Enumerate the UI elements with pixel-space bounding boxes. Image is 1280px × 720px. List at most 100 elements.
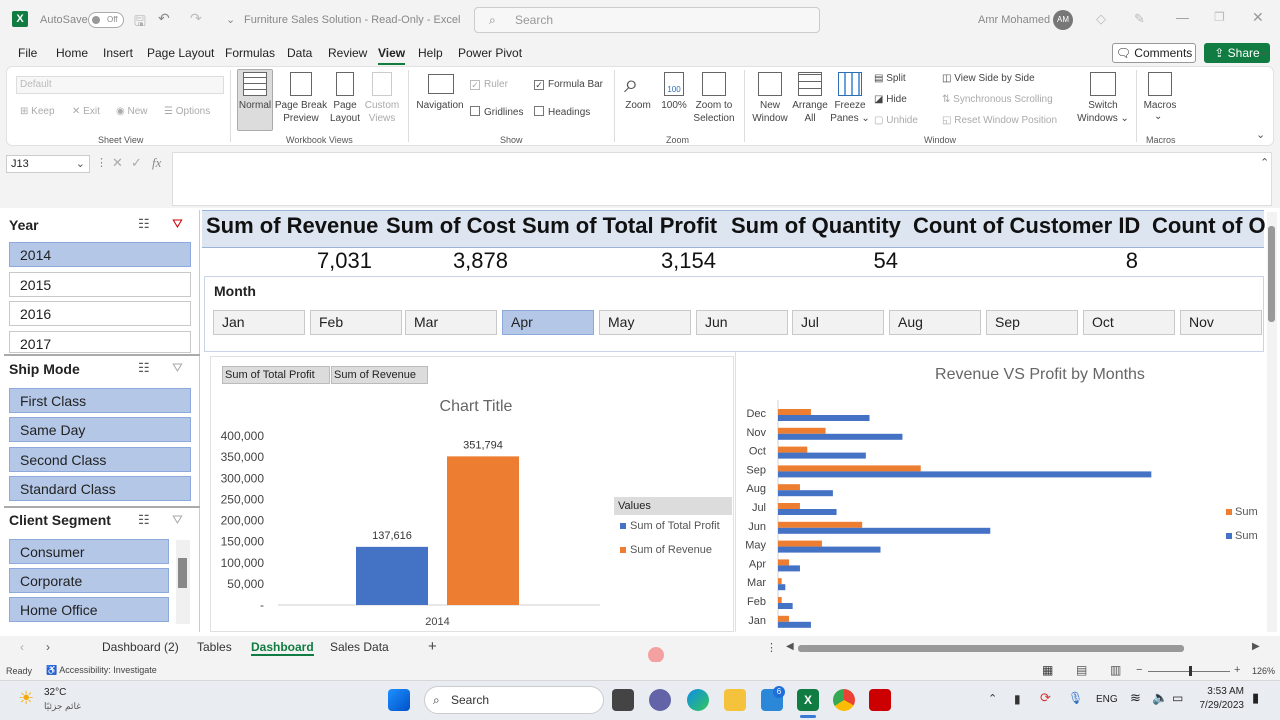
horizontal-bar[interactable] xyxy=(778,452,866,459)
split-button[interactable]: ▤ Split xyxy=(874,73,906,85)
custom-views-label-2[interactable]: Views xyxy=(364,113,400,125)
next-sheet-icon[interactable]: › xyxy=(46,640,50,654)
new-view-button[interactable]: ◉ New xyxy=(116,106,148,118)
horizontal-bar[interactable] xyxy=(778,615,789,622)
scroll-left-icon[interactable]: ◀ xyxy=(786,641,794,652)
clear-filter-icon[interactable]: ⛛ xyxy=(172,216,183,232)
ribbon-options-icon[interactable]: ⌄ xyxy=(1258,44,1268,58)
slicer-item-corporate[interactable]: Corporate xyxy=(9,568,169,593)
windows-start-icon[interactable] xyxy=(388,689,410,711)
avatar[interactable]: AM xyxy=(1053,10,1073,30)
scroll-right-icon[interactable]: ▶ xyxy=(1252,641,1260,652)
tray-chevron-icon[interactable]: ⌃ xyxy=(988,692,997,705)
minimize-icon[interactable]: — xyxy=(1176,10,1189,25)
horizontal-bar[interactable] xyxy=(778,565,800,572)
slicer-item-first-class[interactable]: First Class xyxy=(9,388,191,413)
headings-checkbox[interactable]: Headings xyxy=(534,106,590,119)
zoom-in-icon[interactable]: + xyxy=(1234,664,1240,676)
taskbar-search[interactable]: ⌕ Search xyxy=(424,686,604,714)
slicer-item-2014[interactable]: 2014 xyxy=(9,242,191,267)
more-tabs-icon[interactable]: ⋮ xyxy=(766,641,777,654)
qat-more-icon[interactable]: ⌄ xyxy=(226,13,235,26)
page-layout-view-icon[interactable]: ▤ xyxy=(1076,663,1087,677)
tab-view[interactable]: View xyxy=(378,46,406,65)
search-box[interactable]: ⌕ Search xyxy=(474,7,820,33)
zoom-button[interactable]: Zoom xyxy=(622,100,654,112)
horizontal-bar[interactable] xyxy=(778,471,1152,478)
column-bar[interactable] xyxy=(356,546,428,605)
view-side-by-side-button[interactable]: ◫ View Side by Side xyxy=(942,73,1035,85)
restore-icon[interactable]: ❐ xyxy=(1214,10,1225,24)
tab-formulas[interactable]: Formulas xyxy=(225,46,275,60)
accessibility-status[interactable]: ♿ Accessibility: Investigate xyxy=(46,665,157,676)
horizontal-bar[interactable] xyxy=(778,559,789,566)
slicer-item-2017[interactable]: 2017 xyxy=(9,331,191,353)
multi-select-icon[interactable]: ☷ xyxy=(138,360,150,376)
horizontal-bar[interactable] xyxy=(778,409,811,415)
name-box[interactable]: J13 ⌄ xyxy=(6,155,90,173)
horizontal-bar[interactable] xyxy=(778,546,881,553)
edge-browser-icon[interactable] xyxy=(687,689,709,711)
multi-select-icon[interactable]: ☷ xyxy=(138,512,150,528)
tab-data[interactable]: Data xyxy=(287,46,312,60)
month-item-feb[interactable]: Feb xyxy=(310,310,402,335)
month-item-sep[interactable]: Sep xyxy=(986,310,1078,335)
clock-date[interactable]: 7/29/2023 xyxy=(1190,700,1245,711)
slicer-item-second-class[interactable]: Second Class xyxy=(9,447,191,472)
chat-icon[interactable] xyxy=(649,689,671,711)
sheet-tab-sales-data[interactable]: Sales Data xyxy=(330,640,389,654)
horizontal-bar[interactable] xyxy=(778,621,811,628)
clear-filter-icon[interactable]: ⛛ xyxy=(172,360,183,376)
month-item-jul[interactable]: Jul xyxy=(792,310,884,335)
tray-app-icon[interactable]: ▮ xyxy=(1014,692,1021,706)
add-sheet-icon[interactable]: + xyxy=(428,638,437,655)
exit-button[interactable]: ✕ Exit xyxy=(72,106,100,118)
new-window-label-1[interactable]: New xyxy=(750,100,790,112)
arrange-label-1[interactable]: Arrange xyxy=(790,100,830,112)
battery-icon[interactable]: ▭ xyxy=(1172,691,1183,705)
month-item-oct[interactable]: Oct xyxy=(1083,310,1175,335)
page-layout-label-1[interactable]: Page xyxy=(330,100,360,112)
sheet-tab-dashboard[interactable]: Dashboard xyxy=(251,640,314,656)
zoom-out-icon[interactable]: − xyxy=(1136,664,1142,676)
horizontal-bar[interactable] xyxy=(778,527,991,534)
redo-icon[interactable]: ↷ xyxy=(190,10,202,27)
horizontal-bar[interactable] xyxy=(778,509,837,515)
freeze-label-1[interactable]: Freeze xyxy=(830,100,870,112)
clear-filter-icon[interactable]: ⛛ xyxy=(172,512,183,528)
horizontal-bar[interactable] xyxy=(778,415,870,421)
slicer-item-home-office[interactable]: Home Office xyxy=(9,597,169,622)
custom-views-label-1[interactable]: Custom xyxy=(364,100,400,112)
month-item-apr[interactable]: Apr xyxy=(502,310,594,335)
zoom-selection-label-1[interactable]: Zoom to xyxy=(690,100,738,112)
comments-button[interactable]: 🗨 Comments xyxy=(1112,43,1196,63)
page-layout-label-2[interactable]: Layout xyxy=(328,113,362,125)
confirm-entry-icon[interactable]: ✓ xyxy=(131,155,142,171)
field-button-revenue[interactable]: Sum of Revenue xyxy=(331,366,428,384)
month-item-aug[interactable]: Aug xyxy=(889,310,981,335)
slicer-item-consumer[interactable]: Consumer xyxy=(9,539,169,564)
macros-dropdown-icon[interactable]: ⌄ xyxy=(1154,111,1162,123)
column-bar[interactable] xyxy=(447,456,519,605)
month-item-may[interactable]: May xyxy=(599,310,691,335)
slicer-scroll-thumb[interactable] xyxy=(178,558,187,588)
zoom-slider-thumb[interactable] xyxy=(1189,666,1192,676)
formula-bar-checkbox[interactable]: ✓ Formula Bar xyxy=(534,79,603,91)
wifi-icon[interactable]: ≋ xyxy=(1130,690,1141,706)
options-button[interactable]: ☰ Options xyxy=(164,106,210,118)
horizontal-bar[interactable] xyxy=(778,484,800,491)
undo-icon[interactable]: ↶ xyxy=(158,10,170,27)
excel-taskbar-icon[interactable]: X xyxy=(797,689,819,711)
month-item-mar[interactable]: Mar xyxy=(405,310,497,335)
horizontal-bar[interactable] xyxy=(778,446,808,453)
horizontal-bar[interactable] xyxy=(778,465,921,472)
page-break-label-2[interactable]: Preview xyxy=(274,113,328,125)
reset-position-button[interactable]: ◱ Reset Window Position xyxy=(942,115,1057,127)
horizontal-bar[interactable] xyxy=(778,490,833,497)
tab-power-pivot[interactable]: Power Pivot xyxy=(458,46,522,60)
new-window-label-2[interactable]: Window xyxy=(750,113,790,125)
horizontal-bar[interactable] xyxy=(778,584,786,591)
close-icon[interactable]: ✕ xyxy=(1252,9,1264,26)
chrome-icon[interactable] xyxy=(833,689,855,711)
tab-file[interactable]: File xyxy=(18,46,37,60)
